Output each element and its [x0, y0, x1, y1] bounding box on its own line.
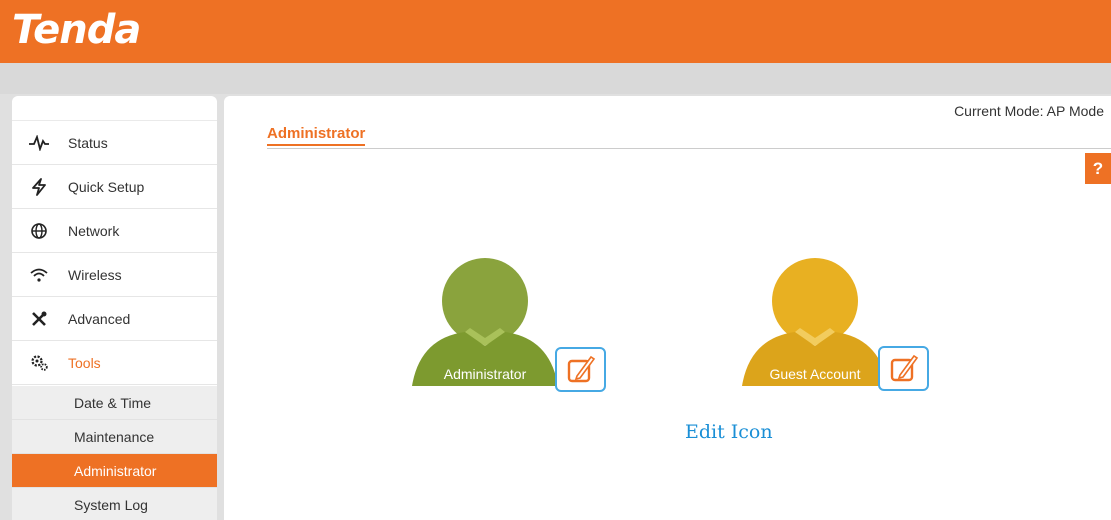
sidebar-item-tools[interactable]: Tools — [12, 341, 217, 385]
help-button[interactable]: ? — [1085, 153, 1111, 184]
sidebar-item-status[interactable]: Status — [12, 121, 217, 165]
account-card-administrator: Administrator — [410, 256, 560, 386]
account-name: Administrator — [443, 366, 527, 382]
page-title: Administrator — [267, 125, 366, 146]
sidebar-item-label: Quick Setup — [68, 178, 145, 195]
submenu-item-date-time[interactable]: Date & Time — [12, 386, 217, 420]
sidebar-item-label: Status — [68, 134, 108, 151]
sidebar-item-network[interactable]: Network — [12, 209, 217, 253]
divider — [267, 148, 1111, 149]
wifi-icon — [28, 264, 50, 286]
header-band — [0, 63, 1111, 94]
sidebar-item-wireless[interactable]: Wireless — [12, 253, 217, 297]
current-mode-text: Current Mode: AP Mode — [954, 103, 1104, 119]
account-card-guest: Guest Account — [740, 256, 890, 386]
tools-cross-icon — [28, 308, 50, 330]
sidebar-item-quick-setup[interactable]: Quick Setup — [12, 165, 217, 209]
submenu-item-maintenance[interactable]: Maintenance — [12, 420, 217, 454]
edit-icon[interactable] — [878, 346, 929, 391]
tenda-logo: Tenda — [12, 7, 141, 53]
sidebar-item-label: Tools — [68, 354, 101, 371]
sidebar-item-label: Wireless — [68, 266, 122, 283]
gears-icon — [28, 352, 50, 374]
main-panel: Current Mode: AP Mode Administrator ? Ad… — [224, 96, 1111, 520]
sidebar-item-advanced[interactable]: Advanced — [12, 297, 217, 341]
edit-icon-caption: Edit Icon — [685, 421, 773, 443]
pulse-icon — [28, 132, 50, 154]
top-header: Tenda — [0, 0, 1111, 63]
lightning-icon — [28, 176, 50, 198]
sidebar-item-label: Network — [68, 222, 120, 239]
account-name: Guest Account — [769, 366, 861, 382]
submenu-item-system-log[interactable]: System Log — [12, 488, 217, 520]
tools-submenu: Date & Time Maintenance Administrator Sy… — [12, 386, 217, 520]
sidebar-item-label: Advanced — [68, 310, 131, 327]
edit-icon[interactable] — [555, 347, 606, 392]
sidebar: Status Quick Setup Network Wireless Adva… — [12, 96, 217, 520]
submenu-item-administrator[interactable]: Administrator — [12, 454, 217, 488]
globe-icon — [28, 220, 50, 242]
